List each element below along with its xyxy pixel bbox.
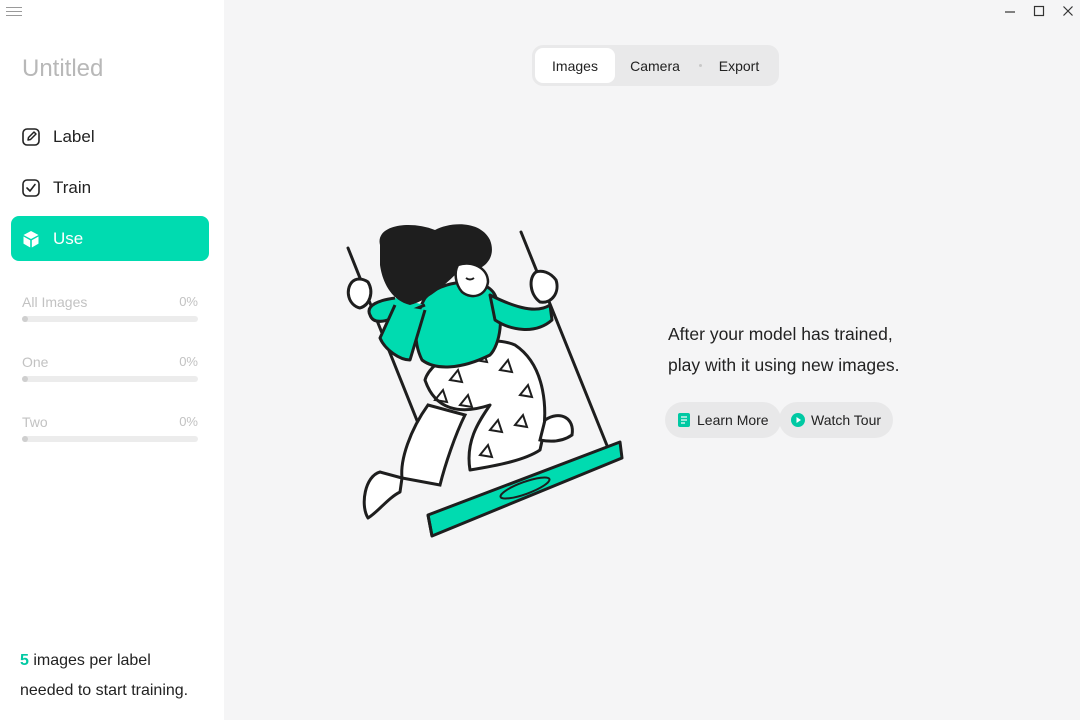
tab-images[interactable]: Images [535,48,615,83]
cube-icon [21,229,41,249]
nav-item-label[interactable]: Label [11,114,209,159]
checkbox-icon [21,178,41,198]
class-row-two[interactable]: Two 0% [22,414,198,442]
requirement-text-line2: needed to start training. [20,682,189,699]
nav-item-train[interactable]: Train [11,165,209,210]
message-line-1: After your model has trained, [668,324,893,344]
class-name: All Images [22,294,88,310]
project-title[interactable]: Untitled [22,55,103,83]
class-percent: 0% [179,354,198,369]
nav-item-label-text: Label [53,126,95,146]
view-tabs: Images Camera Export [532,45,779,86]
learn-more-button[interactable]: Learn More [665,402,781,438]
nav-item-use-text: Use [53,228,84,248]
requirement-text-line1: images per label [28,652,151,669]
nav-item-train-text: Train [53,177,92,197]
pencil-icon [21,127,41,147]
use-model-message: After your model has trained, play with … [668,319,900,381]
hamburger-menu-icon[interactable] [6,4,22,18]
class-progress-bar [22,376,198,382]
class-row-all-images[interactable]: All Images 0% [22,294,198,322]
watch-tour-button[interactable]: Watch Tour [779,402,894,438]
maximize-icon[interactable] [1028,2,1050,20]
document-icon [677,413,691,427]
tab-camera[interactable]: Camera [617,48,693,83]
minimize-icon[interactable] [999,2,1021,20]
class-percent: 0% [179,414,198,429]
training-requirement-note: 5 images per label needed to start train… [20,646,188,706]
learn-more-label: Learn More [697,412,769,428]
message-line-2: play with it using new images. [668,355,900,375]
class-name: One [22,354,49,370]
sidebar: Untitled Label Train Use All Images 0% On… [0,0,224,720]
class-row-one[interactable]: One 0% [22,354,198,382]
person-on-swing-illustration [346,224,624,538]
watch-tour-label: Watch Tour [811,412,882,428]
class-name: Two [22,414,48,430]
close-icon[interactable] [1057,2,1079,20]
class-percent: 0% [179,294,198,309]
class-progress-bar [22,316,198,322]
class-progress-bar [22,436,198,442]
play-icon [791,413,805,427]
required-image-count: 5 [20,652,29,669]
tab-export[interactable]: Export [708,48,770,83]
nav-item-use[interactable]: Use [11,216,209,261]
tab-separator [699,64,702,67]
